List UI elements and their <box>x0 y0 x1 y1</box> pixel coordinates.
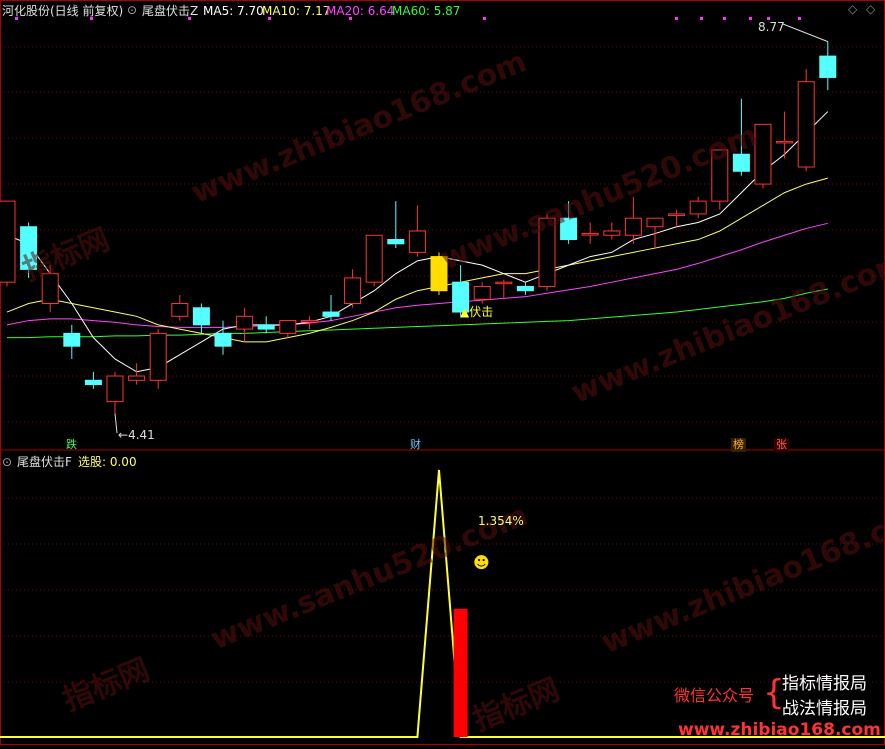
indicator-name: 尾盘伏击Z <box>142 4 199 18</box>
candle-body <box>192 307 210 326</box>
candle-body <box>279 320 297 334</box>
candle-body <box>41 273 59 305</box>
sub-indicator-name: 尾盘伏击F <box>17 455 72 469</box>
top-marker <box>749 17 752 20</box>
ma60-value: MA60: 5.87 <box>392 4 461 18</box>
low-price-label: ←4.41 <box>118 428 155 442</box>
candle-body <box>84 379 102 386</box>
low-pointer <box>114 413 118 434</box>
expand-icon[interactable]: ◇ <box>848 2 857 16</box>
brand-url: www.zhibiao168.com <box>678 720 881 740</box>
ma20-value: MA20: 6.64 <box>326 4 395 18</box>
candle-body <box>408 230 426 253</box>
candle-body <box>300 320 318 323</box>
chart-border <box>0 0 885 745</box>
candle-body <box>732 153 750 172</box>
signal-label: ▲伏击 <box>460 305 494 319</box>
brand-wechat: 微信公众号 <box>674 686 755 705</box>
top-marker <box>700 17 703 20</box>
candle-body <box>20 226 38 270</box>
select-value: 选股: 0.00 <box>78 455 137 469</box>
candle-body <box>689 200 707 215</box>
candle-body <box>171 303 189 317</box>
sub-bar <box>453 608 468 737</box>
ma60-line <box>7 288 828 339</box>
candle-body <box>581 233 599 236</box>
candle-body <box>214 332 232 347</box>
high-price-label: 8.77 <box>758 20 785 34</box>
pct-label: 1.354% <box>478 514 524 528</box>
candle-body <box>322 311 340 317</box>
ma10-value: MA10: 7.17 <box>262 4 331 18</box>
tag-fall[interactable]: 跌 <box>64 438 79 452</box>
candle-body <box>754 123 772 185</box>
indicator-menu-icon[interactable]: ⊙ <box>127 3 137 17</box>
top-marker <box>483 17 486 20</box>
candle-body <box>128 375 146 381</box>
candle-body <box>516 285 534 292</box>
candle-body <box>387 239 405 245</box>
brand-line1: 指标情报局 <box>782 674 867 694</box>
top-marker <box>798 17 801 20</box>
candle-body <box>473 285 491 300</box>
brand-line2: 战法情报局 <box>782 699 867 719</box>
candle-body <box>344 277 362 305</box>
candle-body <box>646 217 664 228</box>
chart-stage: www.zhibiao168.com www.sanhu520.com www.… <box>0 0 885 745</box>
stock-title: 河化股份(日线 前复权) <box>2 4 124 18</box>
tag-finance[interactable]: 财 <box>408 438 423 452</box>
candle-body <box>668 213 686 216</box>
high-pointer <box>782 23 828 43</box>
candle-body <box>63 332 81 347</box>
ma5-value: MA5: 7.70 <box>203 4 264 18</box>
candle-body <box>149 332 167 381</box>
chart-svg <box>0 0 885 745</box>
candle-body <box>430 256 448 292</box>
top-marker <box>723 17 726 20</box>
candle-body <box>797 81 815 168</box>
candle-body <box>624 217 642 236</box>
candle-body <box>365 234 383 283</box>
candle-body <box>495 281 513 285</box>
tag-rise[interactable]: 张 <box>774 438 789 452</box>
candle-body <box>257 324 275 330</box>
sub-indicator-menu-icon[interactable]: ⊙ <box>2 455 12 469</box>
low-price-value: 4.41 <box>128 428 155 442</box>
candle-body <box>560 217 578 241</box>
candle-body <box>776 140 794 144</box>
candle-body <box>538 217 556 287</box>
candle-body <box>819 55 837 78</box>
candle-body <box>236 315 254 330</box>
candle-body <box>106 375 124 403</box>
smiley-icon: ☻ <box>473 553 490 572</box>
candle-body <box>711 149 729 202</box>
tag-list[interactable]: 榜 <box>731 438 746 452</box>
candle-body <box>0 200 16 283</box>
collapse-icon[interactable]: ◇ <box>866 2 875 16</box>
candle-body <box>603 230 621 236</box>
top-marker <box>675 17 678 20</box>
